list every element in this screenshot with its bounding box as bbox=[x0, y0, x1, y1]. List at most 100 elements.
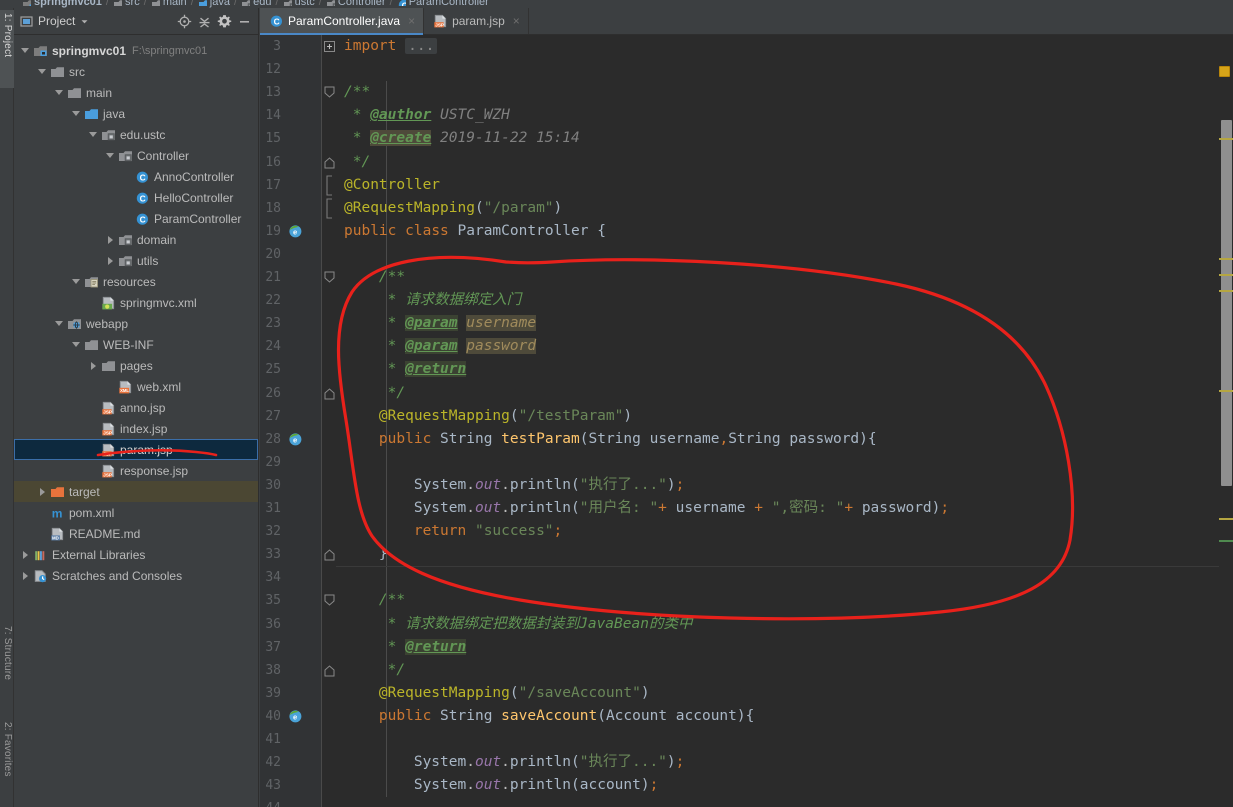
tree-node-pom-xml[interactable]: m pom.xml bbox=[14, 502, 258, 523]
locate-file-button[interactable] bbox=[174, 11, 194, 31]
warning-indicator[interactable] bbox=[1219, 66, 1230, 77]
tree-node-src[interactable]: src bbox=[14, 61, 258, 82]
tree-node-utils[interactable]: utils bbox=[14, 250, 258, 271]
code-line-20[interactable] bbox=[336, 243, 1233, 266]
rail-tab-project[interactable]: 1: Project bbox=[0, 10, 14, 88]
tree-node-paramcontroller[interactable]: C ParamController bbox=[14, 208, 258, 229]
tree-node-target[interactable]: target bbox=[14, 481, 258, 502]
close-icon[interactable]: × bbox=[513, 14, 520, 28]
scrollbar-marker[interactable] bbox=[1219, 540, 1233, 542]
fold-collapse-end-icon[interactable] bbox=[322, 543, 336, 566]
tree-toggle-open-icon[interactable] bbox=[20, 45, 31, 56]
tree-node-param-jsp[interactable]: JSP param.jsp bbox=[14, 439, 258, 460]
editor-tab-paramcontroller-java[interactable]: C ParamController.java × bbox=[260, 8, 425, 35]
breadcrumb-item-java[interactable]: java bbox=[198, 0, 230, 8]
code-line-19[interactable]: public class ParamController { bbox=[336, 220, 1233, 243]
tree-toggle-open-icon[interactable] bbox=[37, 66, 48, 77]
collapse-all-button[interactable] bbox=[194, 11, 214, 31]
spring-bean-gutter-icon[interactable]: e bbox=[288, 709, 303, 724]
spring-bean-gutter-icon[interactable]: e bbox=[288, 432, 303, 447]
code-line-29[interactable] bbox=[336, 451, 1233, 474]
marker-scrollbar[interactable] bbox=[1219, 62, 1233, 807]
tree-toggle-open-icon[interactable] bbox=[105, 150, 116, 161]
tree-node-pages[interactable]: pages bbox=[14, 355, 258, 376]
rail-tab-favorites[interactable]: 2: Favorites bbox=[0, 719, 14, 803]
tree-node-domain[interactable]: domain bbox=[14, 229, 258, 250]
tree-toggle-closed-icon[interactable] bbox=[105, 234, 116, 245]
code-line-24[interactable]: * @param password bbox=[336, 335, 1233, 358]
code-line-42[interactable]: System.out.println("执行了..."); bbox=[336, 751, 1233, 774]
breadcrumb-item-paramcontroller[interactable]: C ParamController bbox=[397, 0, 489, 8]
code-line-25[interactable]: * @return bbox=[336, 358, 1233, 381]
breadcrumb-item-main[interactable]: main bbox=[151, 0, 187, 8]
code-line-34[interactable] bbox=[336, 566, 1233, 589]
code-line-33[interactable]: } bbox=[336, 543, 1233, 566]
tree-toggle-closed-icon[interactable] bbox=[105, 255, 116, 266]
editor-tab-param-jsp[interactable]: JSP param.jsp × bbox=[424, 8, 529, 34]
code-line-39[interactable]: @RequestMapping("/saveAccount") bbox=[336, 682, 1233, 705]
tree-node-java[interactable]: java bbox=[14, 103, 258, 124]
code-line-37[interactable]: * @return bbox=[336, 636, 1233, 659]
code-line-28[interactable]: public String testParam(String username,… bbox=[336, 428, 1233, 451]
tree-node-main[interactable]: main bbox=[14, 82, 258, 103]
code-line-35[interactable]: /** bbox=[336, 589, 1233, 612]
scrollbar-marker[interactable] bbox=[1219, 258, 1233, 260]
tree-toggle-open-icon[interactable] bbox=[88, 129, 99, 140]
code-line-41[interactable] bbox=[336, 728, 1233, 751]
fold-strip[interactable] bbox=[322, 35, 387, 807]
breadcrumb[interactable]: springmvc01/ src / main / java / edu / ustc /… bbox=[0, 0, 1233, 8]
chevron-down-icon[interactable] bbox=[80, 17, 89, 26]
tree-toggle-open-icon[interactable] bbox=[54, 87, 65, 98]
code-line-43[interactable]: System.out.println(account); bbox=[336, 774, 1233, 797]
scrollbar-thumb[interactable] bbox=[1221, 120, 1232, 486]
tree-node-springmvc-xml[interactable]: springmvc.xml bbox=[14, 292, 258, 313]
tree-node-readme-md[interactable]: MD README.md bbox=[14, 523, 258, 544]
tree-node-controller[interactable]: Controller bbox=[14, 145, 258, 166]
fold-collapse-start-icon[interactable] bbox=[322, 81, 336, 104]
breadcrumb-item-springmvc01[interactable]: springmvc01 bbox=[22, 0, 102, 8]
spring-bean-gutter-icon[interactable]: e bbox=[288, 224, 303, 239]
breadcrumb-item-src[interactable]: src bbox=[113, 0, 140, 8]
tree-node-resources[interactable]: resources bbox=[14, 271, 258, 292]
settings-button[interactable] bbox=[214, 11, 234, 31]
tree-toggle-open-icon[interactable] bbox=[54, 318, 65, 329]
tree-node-scratches-and-consoles[interactable]: Scratches and Consoles bbox=[14, 565, 258, 586]
code-line-44[interactable] bbox=[336, 797, 1233, 807]
source-code[interactable]: import ... /** * @author USTC_WZH * @crea… bbox=[336, 35, 1233, 807]
code-line-21[interactable]: /** bbox=[336, 266, 1233, 289]
scrollbar-marker[interactable] bbox=[1219, 390, 1233, 392]
tree-node-annocontroller[interactable]: C AnnoController bbox=[14, 166, 258, 187]
tree-node-index-jsp[interactable]: JSP index.jsp bbox=[14, 418, 258, 439]
tree-node-web-inf[interactable]: WEB-INF bbox=[14, 334, 258, 355]
scrollbar-marker[interactable] bbox=[1219, 138, 1233, 140]
tree-node-web-xml[interactable]: XML web.xml bbox=[14, 376, 258, 397]
tree-toggle-open-icon[interactable] bbox=[71, 276, 82, 287]
tree-node-hellocontroller[interactable]: C HelloController bbox=[14, 187, 258, 208]
scrollbar-marker[interactable] bbox=[1219, 274, 1233, 276]
code-line-36[interactable]: * 请求数据绑定把数据封装到JavaBean的类中 bbox=[336, 613, 1233, 636]
code-line-3[interactable]: import ... bbox=[336, 35, 1233, 58]
code-line-13[interactable]: /** bbox=[336, 81, 1233, 104]
hide-panel-button[interactable] bbox=[234, 11, 254, 31]
editor-gutter[interactable]: 3 12 13 14 15 16 17 18 19 e 20 21 22 23 24 25 26 27 28 e 29 3… bbox=[260, 35, 322, 807]
code-line-40[interactable]: public String saveAccount(Account accoun… bbox=[336, 705, 1233, 728]
rail-tab-structure[interactable]: 7: Structure bbox=[0, 623, 14, 699]
fold-collapse-end-icon[interactable] bbox=[322, 151, 336, 174]
tree-node-edu-ustc[interactable]: edu.ustc bbox=[14, 124, 258, 145]
code-line-18[interactable]: @RequestMapping("/param") bbox=[336, 197, 1233, 220]
fold-collapse-end-icon[interactable] bbox=[322, 659, 336, 682]
project-tree[interactable]: springmvc01 F:\springmvc01 src main java edu.… bbox=[14, 36, 258, 807]
code-line-15[interactable]: * @create 2019-11-22 15:14 bbox=[336, 127, 1233, 150]
tree-toggle-closed-icon[interactable] bbox=[20, 549, 31, 560]
tree-node-anno-jsp[interactable]: JSP anno.jsp bbox=[14, 397, 258, 418]
fold-bracket-icon[interactable] bbox=[322, 174, 336, 197]
code-editor[interactable]: 3 12 13 14 15 16 17 18 19 e 20 21 22 23 24 25 26 27 28 e 29 3… bbox=[260, 35, 1233, 807]
fold-collapse-end-icon[interactable] bbox=[322, 382, 336, 405]
fold-collapse-start-icon[interactable] bbox=[322, 266, 336, 289]
fold-expand-icon[interactable] bbox=[322, 35, 336, 58]
code-line-17[interactable]: @Controller bbox=[336, 174, 1233, 197]
project-view-selector[interactable]: Project bbox=[20, 14, 89, 28]
breadcrumb-item-edu[interactable]: edu bbox=[241, 0, 271, 8]
fold-collapse-start-icon[interactable] bbox=[322, 589, 336, 612]
scrollbar-marker[interactable] bbox=[1219, 518, 1233, 520]
